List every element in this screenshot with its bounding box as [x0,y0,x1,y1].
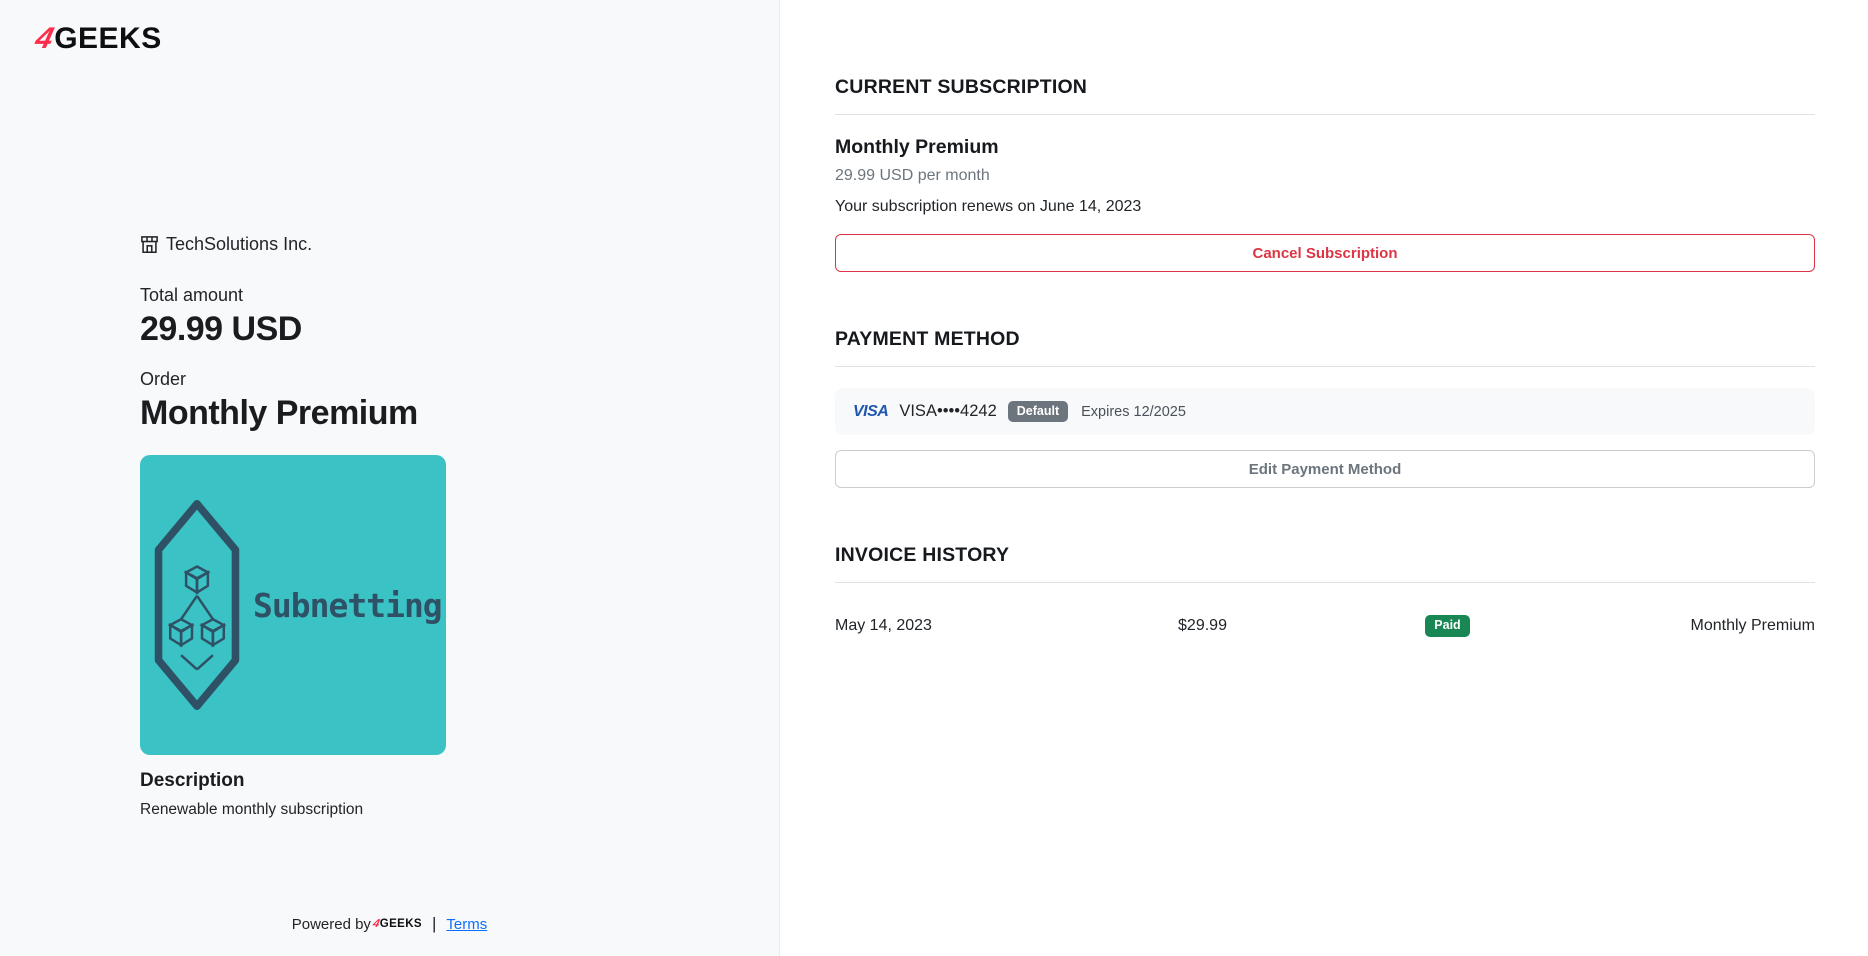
visa-logo-icon: VISA [853,403,888,421]
checkout-summary-panel: 4GEEKS TechSolutions Inc. Total amount 2… [0,0,780,956]
merchant-row: TechSolutions Inc. [140,234,446,255]
card-expiry: Expires 12/2025 [1081,404,1186,420]
total-amount-value: 29.99 USD [140,310,446,349]
subscription-management-panel: CURRENT SUBSCRIPTION Monthly Premium 29.… [780,0,1868,956]
paid-badge: Paid [1425,615,1469,637]
powered-by-label: Powered by [292,916,371,933]
payment-method-row: VISA VISA••••4242 Default Expires 12/202… [835,388,1815,435]
total-amount-label: Total amount [140,285,446,306]
current-subscription-heading: CURRENT SUBSCRIPTION [835,76,1815,99]
invoice-amount: $29.99 [1178,617,1227,635]
brand-logo-text: GEEKS [54,24,162,54]
description-label: Description [140,770,446,792]
cancel-subscription-button[interactable]: Cancel Subscription [835,234,1815,272]
product-image-title: Subnetting [253,586,442,625]
powered-by-footer: Powered by 4GEEKS | Terms [0,914,779,934]
product-image: Subnetting [140,455,446,755]
storefront-icon [140,235,159,254]
divider [835,114,1815,115]
invoice-history-heading: INVOICE HISTORY [835,544,1815,567]
description-text: Renewable monthly subscription [140,801,446,819]
card-number: VISA••••4242 [899,402,996,421]
plan-name: Monthly Premium [835,136,1815,159]
order-product-name: Monthly Premium [140,394,446,433]
order-label: Order [140,369,446,390]
payment-method-heading: PAYMENT METHOD [835,328,1815,351]
plan-price: 29.99 USD per month [835,167,1815,185]
renewal-text: Your subscription renews on June 14, 202… [835,198,1815,216]
brand-logo: 4GEEKS [36,24,162,54]
default-badge: Default [1008,401,1068,423]
invoice-row: May 14, 2023 $29.99 Paid Monthly Premium [835,615,1815,637]
order-summary: TechSolutions Inc. Total amount 29.99 US… [140,234,446,819]
invoice-date: May 14, 2023 [835,617,1080,635]
divider [835,366,1815,367]
footer-separator: | [432,914,436,934]
footer-brand-logo: 4GEEKS [373,918,422,930]
terms-link[interactable]: Terms [446,916,487,933]
invoice-product: Monthly Premium [1691,617,1815,635]
footer-brand-text: GEEKS [380,918,422,930]
hexagon-cubes-icon [151,486,243,724]
divider [835,582,1815,583]
merchant-name: TechSolutions Inc. [166,234,312,255]
edit-payment-method-button[interactable]: Edit Payment Method [835,450,1815,488]
